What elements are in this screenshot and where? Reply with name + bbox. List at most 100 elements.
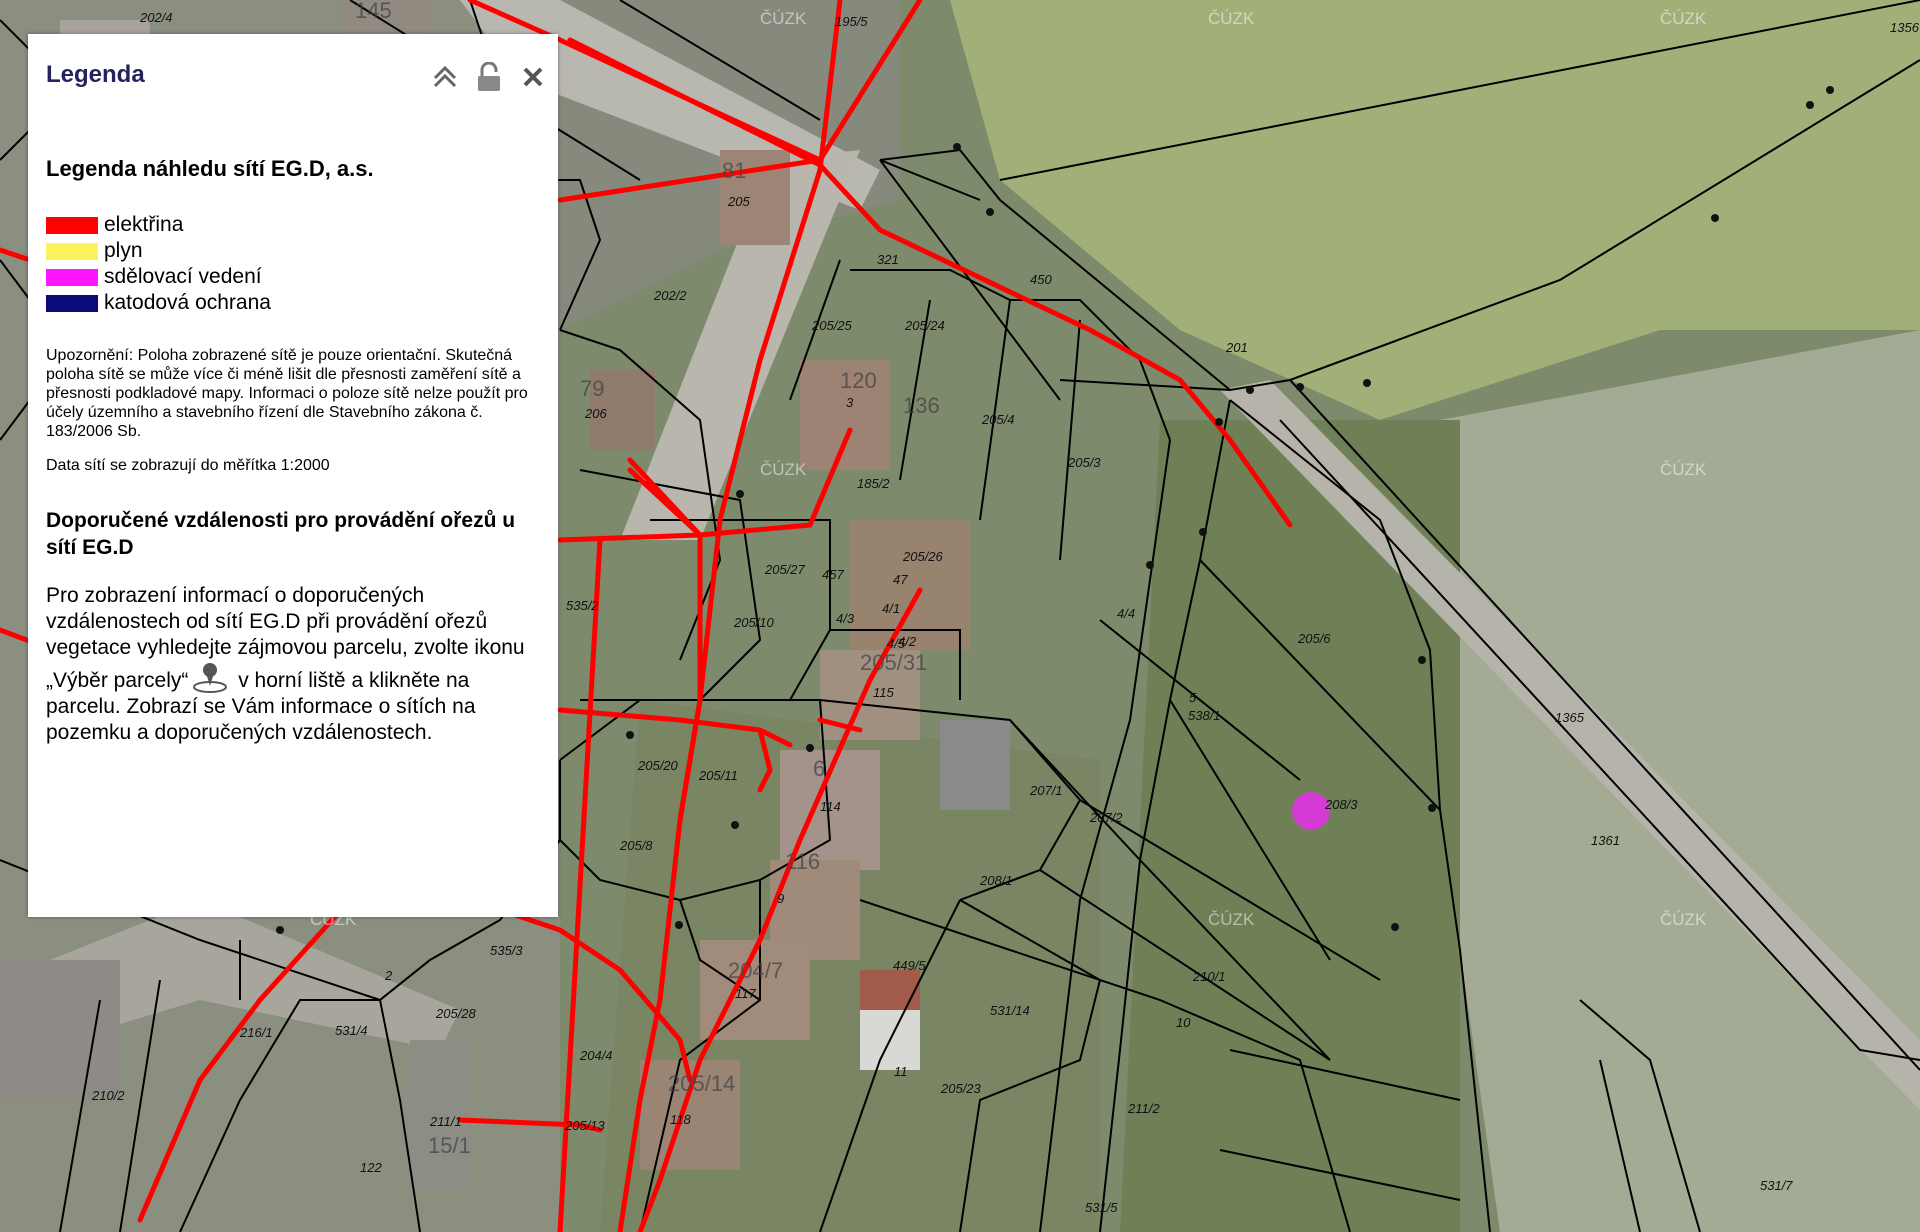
parcel-number: 185/2 — [857, 476, 890, 491]
legend-item-label: plyn — [104, 239, 143, 262]
parcel-number: 205/6 — [1297, 631, 1331, 646]
parcel-number: 11 — [894, 1064, 908, 1079]
parcel-number: 117 — [735, 986, 756, 1001]
parcel-number: 205/13 — [564, 1118, 606, 1133]
parcel-number: 205/8 — [619, 838, 653, 853]
legend-toolbar — [430, 62, 548, 92]
parcel-number: 205/24 — [904, 318, 945, 333]
parcel-number: 216/1 — [239, 1025, 273, 1040]
parcel-number: 2 — [384, 968, 393, 983]
parcel-number: 47 — [893, 572, 908, 587]
warning-note: Upozornění: Poloha zobrazené sítě je pou… — [46, 347, 528, 440]
parcel-number: 205/4 — [981, 412, 1015, 427]
parcel-number: 122 — [360, 1160, 382, 1175]
parcel-number: 205/20 — [637, 758, 679, 773]
parcel-number: 206 — [584, 406, 607, 421]
legend-item-gas: plyn — [46, 238, 546, 264]
legend-item-cathodic: katodová ochrana — [46, 290, 546, 316]
legend-item-label: katodová ochrana — [104, 291, 271, 314]
parcel-number: 1361 — [1591, 833, 1620, 848]
house-number: 205/14 — [668, 1071, 735, 1096]
parcel-number: 4/3 — [836, 611, 855, 626]
scale-note: Data sítí se zobrazují do měřítka 1:2000 — [46, 457, 330, 474]
parcel-number: 531/4 — [335, 1023, 368, 1038]
watermark: ČÚZK — [1660, 460, 1707, 479]
parcel-number: 205/23 — [940, 1081, 982, 1096]
gas-swatch — [46, 242, 98, 260]
legend-item-communication: sdělovací vedení — [46, 264, 546, 290]
legend-item-electricity: elektřina — [46, 212, 546, 238]
parcel-number: 3 — [846, 395, 854, 410]
parcel-number: 211/2 — [1127, 1101, 1160, 1116]
parcel-number: 195/5 — [835, 14, 868, 29]
parcel-pick-icon — [192, 661, 228, 693]
legend-item-label: sdělovací vedení — [104, 265, 262, 288]
communication-swatch — [46, 268, 98, 286]
house-number: 15/1 — [428, 1133, 471, 1158]
parcel-number: 457 — [822, 567, 844, 582]
parcel-number: 1356 — [1890, 20, 1920, 35]
watermark: ČÚZK — [760, 460, 807, 479]
legend-content: Legenda náhledu sítí EG.D, a.s. elektřin… — [46, 156, 546, 746]
parcel-number: 4/5 — [887, 636, 906, 651]
parcel-number: 205/27 — [764, 562, 806, 577]
parcel-number: 205/11 — [698, 768, 738, 783]
parcel-number: 205/25 — [811, 318, 853, 333]
house-number: 6 — [813, 756, 825, 781]
legend-heading: Legenda náhledu sítí EG.D, a.s. — [46, 156, 374, 181]
parcel-number: 5 — [1189, 690, 1197, 705]
parcel-number: 208/1 — [979, 873, 1013, 888]
watermark: ČÚZK — [1208, 910, 1255, 929]
parcel-number: 450 — [1030, 272, 1052, 287]
unlock-icon[interactable] — [474, 62, 504, 92]
parcel-number: 205 — [727, 194, 750, 209]
legend-title: Legenda — [46, 61, 145, 88]
watermark: ČÚZK — [760, 9, 807, 28]
parcel-number: 4/4 — [1117, 606, 1135, 621]
parcel-number: 535/2 — [566, 598, 599, 613]
legend-panel: Legenda Legenda náhledu sítí EG.D, a.s. … — [28, 34, 558, 917]
parcel-number: 205/10 — [733, 615, 775, 630]
house-number: 145 — [355, 0, 392, 23]
parcel-number: 118 — [670, 1112, 691, 1127]
house-number: 116 — [785, 849, 820, 874]
parcel-number: 201 — [1225, 340, 1248, 355]
parcel-number: 208/3 — [1324, 797, 1358, 812]
parcel-number: 202/4 — [139, 10, 173, 25]
parcel-number: 205/28 — [435, 1006, 477, 1021]
electricity-swatch — [46, 216, 98, 234]
parcel-number: 321 — [877, 252, 899, 267]
parcel-number: 114 — [820, 799, 841, 814]
parcel-number: 449/5 — [893, 958, 926, 973]
house-number: 79 — [580, 376, 604, 401]
parcel-number: 9 — [777, 891, 784, 906]
parcel-number: 207/1 — [1029, 783, 1063, 798]
section-heading: Doporučené vzdálenosti pro provádění oře… — [46, 509, 516, 559]
parcel-number: 115 — [873, 685, 894, 700]
watermark: ČÚZK — [1660, 9, 1707, 28]
parcel-number: 211/1 — [429, 1114, 462, 1129]
watermark: ČÚZK — [1660, 910, 1707, 929]
parcel-number: 205/26 — [902, 549, 944, 564]
legend-item-label: elektřina — [104, 213, 184, 236]
close-icon[interactable] — [518, 62, 548, 92]
parcel-number: 531/14 — [990, 1003, 1030, 1018]
parcel-number: 210/1 — [1192, 969, 1226, 984]
cathodic-swatch — [46, 294, 98, 312]
house-number: 205/31 — [860, 650, 927, 675]
parcel-number: 1365 — [1555, 710, 1585, 725]
parcel-number: 204/4 — [579, 1048, 613, 1063]
parcel-number: 10 — [1176, 1015, 1191, 1030]
house-number: 136 — [903, 393, 940, 418]
collapse-up-icon[interactable] — [430, 62, 460, 92]
parcel-number: 531/7 — [1760, 1178, 1793, 1193]
info-paragraph: Pro zobrazení informací o doporučených v… — [46, 583, 546, 746]
house-number: 120 — [840, 368, 877, 393]
parcel-number: 205/3 — [1067, 455, 1101, 470]
house-number: 204/7 — [728, 958, 783, 983]
house-number: 81 — [722, 158, 746, 183]
parcel-number: 207/2 — [1089, 810, 1123, 825]
watermark: ČÚZK — [1208, 9, 1255, 28]
parcel-number: 531/5 — [1085, 1200, 1118, 1215]
parcel-number: 202/2 — [653, 288, 687, 303]
